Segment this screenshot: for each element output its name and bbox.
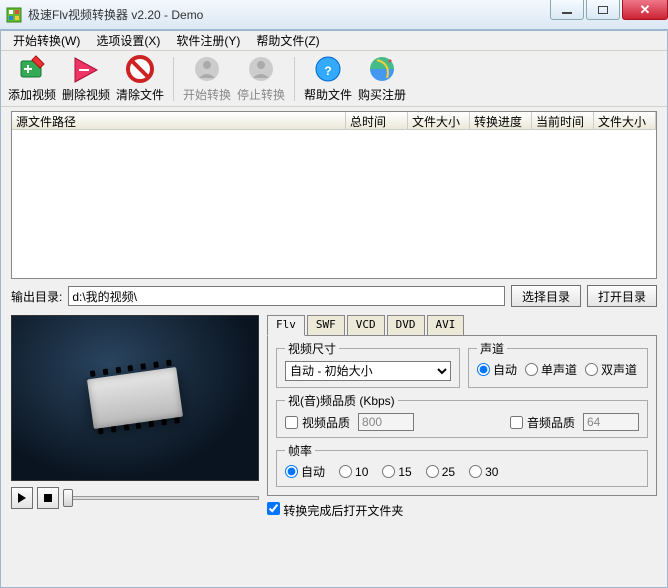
video-size-select[interactable]: 自动 - 初始大小 (285, 361, 451, 381)
toolbar-separator (294, 57, 295, 101)
menubar: 开始转换(W) 选项设置(X) 软件注册(Y) 帮助文件(Z) (1, 31, 667, 51)
fps-25-option[interactable]: 25 (426, 463, 455, 480)
output-dir-label: 输出目录: (11, 288, 62, 305)
menu-options[interactable]: 选项设置(X) (88, 30, 168, 51)
toolbar-separator (173, 57, 174, 101)
fps-group: 帧率 自动 10 15 25 30 (276, 442, 648, 487)
menu-help[interactable]: 帮助文件(Z) (248, 30, 327, 51)
output-row: 输出目录: 选择目录 打开目录 (11, 285, 657, 307)
stop-convert-button[interactable]: 停止转换 (236, 53, 286, 105)
add-icon (17, 54, 47, 84)
remove-video-button[interactable]: 删除视频 (61, 53, 111, 105)
video-size-legend: 视频尺寸 (285, 340, 339, 357)
audio-legend: 声道 (477, 340, 507, 357)
col-source-path[interactable]: 源文件路径 (12, 112, 346, 129)
close-button[interactable]: ✕ (622, 0, 668, 20)
tab-avi[interactable]: AVI (427, 315, 465, 335)
col-total-time[interactable]: 总时间 (346, 112, 408, 129)
fps-auto-option[interactable]: 自动 (285, 463, 325, 480)
quality-group: 视(音)频品质 (Kbps) 视频品质 音频品质 (276, 392, 648, 438)
video-quality-check[interactable]: 视频品质 (285, 414, 350, 431)
fps-10-option[interactable]: 10 (339, 463, 368, 480)
maximize-button[interactable] (586, 0, 620, 20)
audio-quality-check[interactable]: 音频品质 (510, 414, 575, 431)
tab-vcd[interactable]: VCD (347, 315, 385, 335)
format-tabs: Flv SWF VCD DVD AVI (267, 315, 657, 335)
quality-legend: 视(音)频品质 (Kbps) (285, 392, 398, 409)
tab-dvd[interactable]: DVD (387, 315, 425, 335)
play-button[interactable] (11, 487, 33, 509)
open-dir-button[interactable]: 打开目录 (587, 285, 657, 307)
clear-icon (125, 54, 155, 84)
add-video-button[interactable]: 添加视频 (7, 53, 57, 105)
fps-30-option[interactable]: 30 (469, 463, 498, 480)
audio-auto-option[interactable]: 自动 (477, 361, 517, 378)
video-size-group: 视频尺寸 自动 - 初始大小 (276, 340, 460, 388)
tab-flv[interactable]: Flv (267, 315, 305, 336)
app-icon (6, 7, 22, 23)
col-file-size-2[interactable]: 文件大小 (594, 112, 656, 129)
audio-stereo-option[interactable]: 双声道 (585, 361, 637, 378)
audio-channel-group: 声道 自动 单声道 双声道 (468, 340, 648, 388)
help-button[interactable]: ? 帮助文件 (303, 53, 353, 105)
browse-dir-button[interactable]: 选择目录 (511, 285, 581, 307)
start-icon (192, 54, 222, 84)
filmstrip-icon (86, 359, 184, 437)
open-after-convert-check[interactable]: 转换完成后打开文件夹 (267, 502, 403, 519)
menu-register[interactable]: 软件注册(Y) (168, 30, 248, 51)
remove-icon (71, 54, 101, 84)
col-current-time[interactable]: 当前时间 (532, 112, 594, 129)
buy-button[interactable]: 购买注册 (357, 53, 407, 105)
titlebar: 极速Flv视频转换器 v2.20 - Demo ✕ (0, 0, 668, 30)
toolbar: 添加视频 删除视频 清除文件 开始转换 停止转换 ? 帮助文件 购 (1, 51, 667, 107)
tab-swf[interactable]: SWF (307, 315, 345, 335)
audio-quality-input[interactable] (583, 413, 639, 431)
minimize-button[interactable] (550, 0, 584, 20)
seek-slider[interactable] (63, 488, 259, 508)
col-file-size[interactable]: 文件大小 (408, 112, 470, 129)
window-title: 极速Flv视频转换器 v2.20 - Demo (28, 6, 548, 23)
start-convert-button[interactable]: 开始转换 (182, 53, 232, 105)
file-list-header: 源文件路径 总时间 文件大小 转换进度 当前时间 文件大小 (12, 112, 656, 130)
stop-icon (246, 54, 276, 84)
col-progress[interactable]: 转换进度 (470, 112, 532, 129)
output-dir-input[interactable] (68, 286, 505, 306)
clear-files-button[interactable]: 清除文件 (115, 53, 165, 105)
menu-start[interactable]: 开始转换(W) (5, 30, 88, 51)
tab-sheet: 视频尺寸 自动 - 初始大小 声道 自动 单声道 双声道 视(音)频品质 (Kb… (267, 335, 657, 496)
audio-mono-option[interactable]: 单声道 (525, 361, 577, 378)
file-list[interactable]: 源文件路径 总时间 文件大小 转换进度 当前时间 文件大小 (11, 111, 657, 279)
fps-15-option[interactable]: 15 (382, 463, 411, 480)
stop-playback-button[interactable] (37, 487, 59, 509)
fps-legend: 帧率 (285, 442, 315, 459)
player-controls (11, 487, 259, 509)
svg-text:?: ? (324, 64, 331, 78)
video-preview (11, 315, 259, 481)
buy-icon (367, 54, 397, 84)
help-icon: ? (313, 54, 343, 84)
video-quality-input[interactable] (358, 413, 414, 431)
